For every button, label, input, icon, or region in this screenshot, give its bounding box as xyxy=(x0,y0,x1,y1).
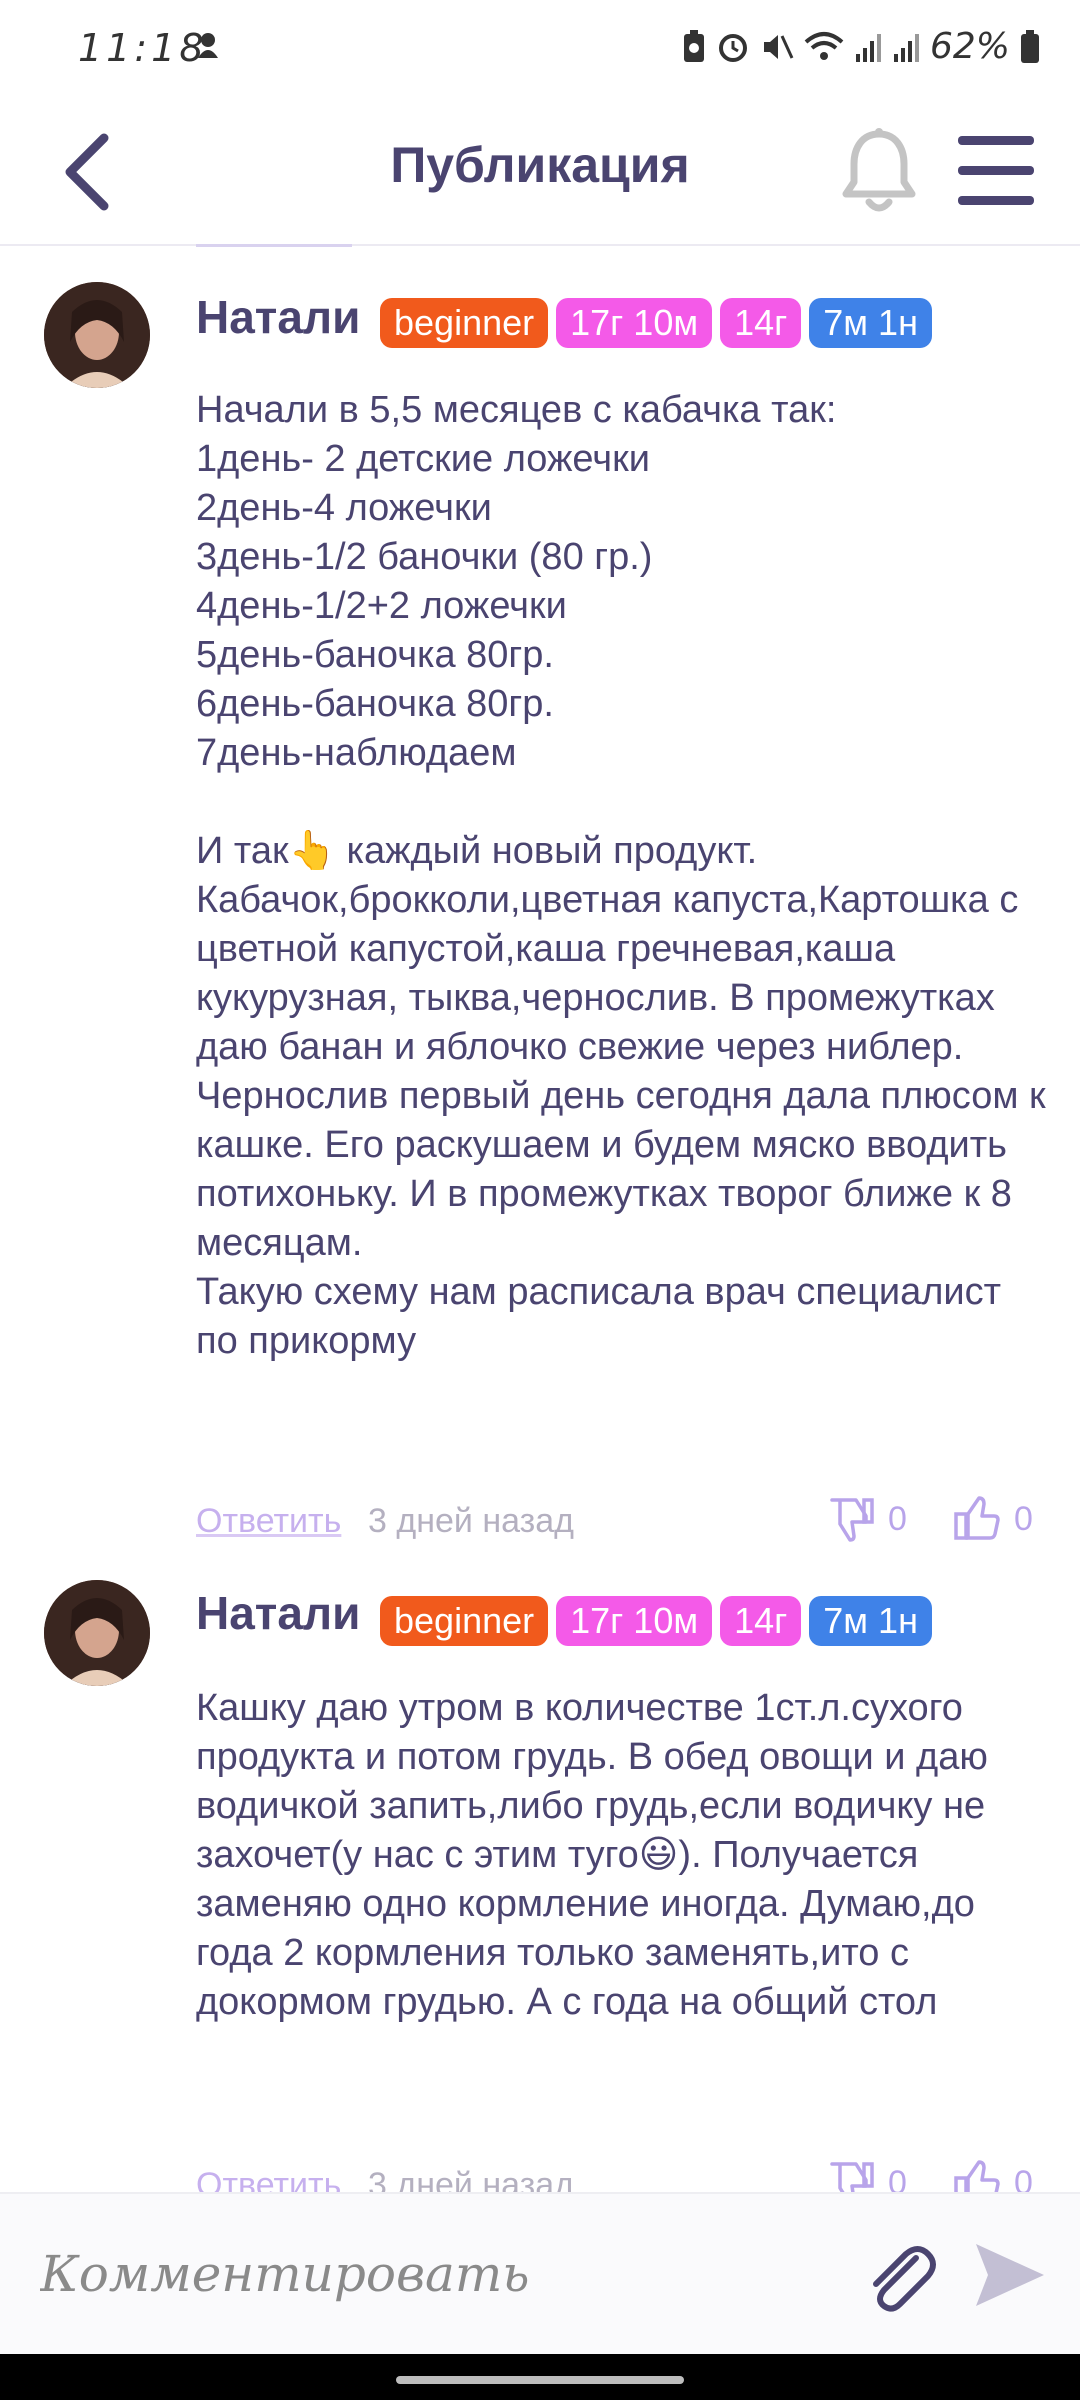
scroll-indicator xyxy=(196,244,352,247)
notification-icon xyxy=(198,33,218,58)
signal-icon-2 xyxy=(893,33,919,62)
avatar[interactable] xyxy=(44,282,150,388)
comment-item: Натали beginner 17г 10м 14г 7м 1н Начали… xyxy=(0,270,1080,1550)
baby-age-badge: 7м 1н xyxy=(809,1596,932,1646)
user-badges: beginner 17г 10м 14г 7м 1н xyxy=(380,298,932,348)
signal-icon xyxy=(855,33,881,62)
battery-icon xyxy=(1021,29,1039,63)
menu-button[interactable] xyxy=(954,124,1038,218)
status-bar: 11:18 62% xyxy=(0,0,1080,96)
like-button[interactable]: 0 xyxy=(952,2158,1033,2192)
age-badge: 17г 10м xyxy=(556,298,713,348)
battery-percent: 62% xyxy=(929,26,1010,67)
comment-text: Начали в 5,5 месяцев с кабачка так: 1ден… xyxy=(196,389,1046,1362)
paperclip-icon xyxy=(873,2246,936,2312)
reply-link[interactable]: Ответить xyxy=(196,2166,341,2192)
like-count: 0 xyxy=(1014,2163,1033,2193)
level-badge: beginner xyxy=(380,1596,549,1646)
battery-saver-icon xyxy=(683,29,704,62)
like-button[interactable]: 0 xyxy=(952,1494,1033,1544)
send-button[interactable] xyxy=(970,2232,1050,2318)
dislike-button[interactable]: 0 xyxy=(826,1494,907,1544)
thumbs-up-icon xyxy=(954,2160,1000,2192)
home-gesture-handle[interactable] xyxy=(396,2376,684,2384)
comment-input[interactable] xyxy=(40,2234,840,2314)
comment-item: Натали beginner 17г 10м 14г 7м 1н Кашку … xyxy=(0,1566,1080,2192)
thumbs-down-icon xyxy=(830,1498,874,1542)
comment-actions: Ответить 3 дней назад 0 0 xyxy=(196,2160,1046,2192)
attach-button[interactable] xyxy=(860,2232,940,2318)
comment-input-bar xyxy=(0,2192,1080,2354)
comment-actions: Ответить 3 дней назад 0 0 xyxy=(196,1496,1046,1552)
dislike-button[interactable]: 0 xyxy=(826,2158,907,2192)
notifications-button[interactable] xyxy=(838,126,920,216)
bell-icon xyxy=(842,128,916,212)
baby-age-badge: 7м 1н xyxy=(809,298,932,348)
comment-author[interactable]: Натали xyxy=(196,290,360,344)
level-badge: beginner xyxy=(380,298,549,348)
avatar-photo xyxy=(44,1580,150,1686)
hamburger-menu-icon xyxy=(958,136,1034,205)
send-icon xyxy=(976,2244,1044,2306)
age-badge: 17г 10м xyxy=(556,1596,713,1646)
comment-time: 3 дней назад xyxy=(368,1502,574,1540)
system-nav-bar xyxy=(0,2354,1080,2400)
back-button[interactable] xyxy=(52,122,122,222)
chevron-left-icon xyxy=(65,133,109,211)
app-header: Публикация xyxy=(0,96,1080,246)
mute-icon xyxy=(763,34,794,59)
wifi-icon xyxy=(804,31,844,60)
avatar-photo xyxy=(44,282,150,388)
alarm-icon xyxy=(718,33,747,62)
status-time: 11:18 xyxy=(78,26,208,70)
user-badges: beginner 17г 10м 14г 7м 1н xyxy=(380,1596,932,1646)
comment-author[interactable]: Натали xyxy=(196,1586,360,1640)
thumbs-down-icon xyxy=(830,2162,874,2192)
thumbs-up-icon xyxy=(954,1496,1000,1540)
dislike-count: 0 xyxy=(888,2163,907,2193)
reply-link[interactable]: Ответить xyxy=(196,1502,341,1541)
dislike-count: 0 xyxy=(888,1499,907,1538)
like-count: 0 xyxy=(1014,1499,1033,1538)
comment-time: 3 дней назад xyxy=(368,2166,574,2192)
status-icons: 62% xyxy=(682,26,1040,67)
comment-text: Кашку даю утром в количестве 1ст.л.сухог… xyxy=(196,1687,999,2023)
avatar[interactable] xyxy=(44,1580,150,1686)
child-age-badge: 14г xyxy=(720,1596,802,1646)
child-age-badge: 14г xyxy=(720,298,802,348)
